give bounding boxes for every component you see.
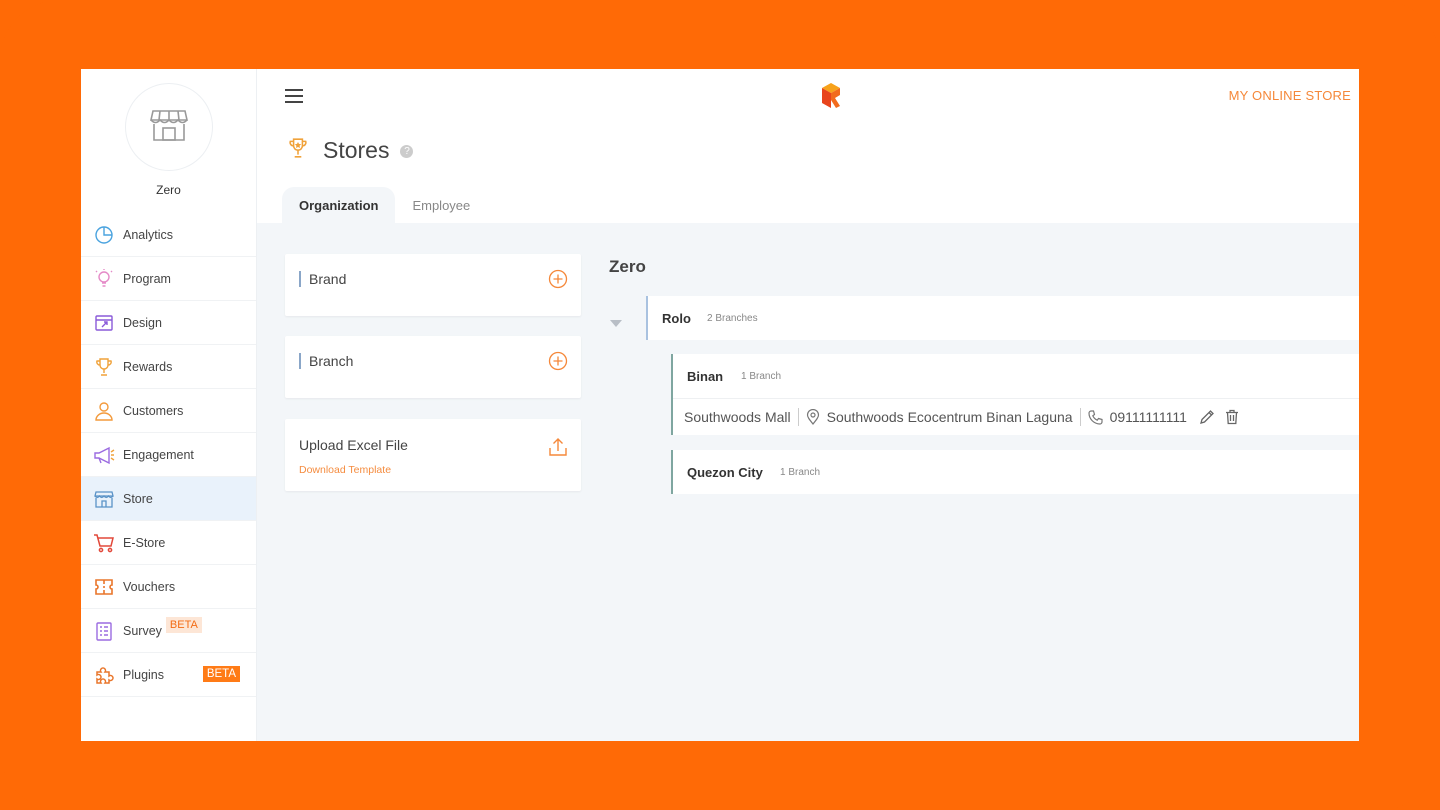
sidebar-item-label: Rewards xyxy=(123,359,173,374)
store-phone: 09111111111 xyxy=(1109,409,1187,425)
store-icon xyxy=(93,488,115,510)
branch-count: 1 Branch xyxy=(780,467,821,478)
sidebar-item-label: E-Store xyxy=(123,535,166,550)
download-template-link[interactable]: Download Template xyxy=(299,464,391,476)
location-icon xyxy=(806,409,820,425)
branch-quezon-city[interactable]: Quezon City 1 Branch xyxy=(671,450,1359,494)
add-branch-button[interactable] xyxy=(548,351,568,376)
analytics-icon xyxy=(93,224,115,246)
hamburger-icon-line xyxy=(285,95,303,97)
sidebar-item-e-store[interactable]: E-Store xyxy=(81,521,256,565)
branch-header: Binan 1 Branch xyxy=(673,354,1359,399)
sidebar-item-vouchers[interactable]: Vouchers xyxy=(81,565,256,609)
sidebar-item-analytics[interactable]: Analytics xyxy=(81,213,256,257)
sidebar-item-label: Analytics xyxy=(123,227,174,242)
tab-employee[interactable]: Employee xyxy=(395,187,487,223)
plus-circle-icon xyxy=(548,269,568,289)
sidebar-item-program[interactable]: Program xyxy=(81,257,256,301)
sidebar-item-store[interactable]: Store xyxy=(81,477,256,521)
sidebar-item-rewards[interactable]: Rewards xyxy=(81,345,256,389)
pencil-icon xyxy=(1199,410,1214,424)
branch-label: Branch xyxy=(299,353,353,369)
header: MY ONLINE STORE Stores ? Organization Em… xyxy=(257,69,1359,223)
sidebar-item-engagement[interactable]: Engagement xyxy=(81,433,256,477)
sidebar-item-label: Survey xyxy=(123,623,162,638)
hamburger-icon-line xyxy=(285,101,303,103)
trophy-icon xyxy=(93,356,115,378)
upload-title: Upload Excel File xyxy=(299,437,408,453)
add-brand-button[interactable] xyxy=(548,269,568,294)
branch-binan[interactable]: Binan 1 Branch Southwoods Mall Southwood… xyxy=(671,354,1359,435)
page-title: Stores xyxy=(323,137,390,163)
divider xyxy=(1079,408,1081,426)
caret-down-icon[interactable] xyxy=(610,315,622,333)
branch-name: Binan xyxy=(687,369,724,384)
phone-icon xyxy=(1087,409,1103,425)
clipboard-icon xyxy=(93,620,115,642)
cart-icon xyxy=(93,532,115,554)
store-name: Southwoods Mall xyxy=(684,409,791,425)
store-icon xyxy=(149,107,189,148)
app-logo[interactable] xyxy=(820,81,842,114)
sidebar-item-label: Program xyxy=(123,271,171,286)
sidebar-item-label: Design xyxy=(123,315,162,330)
app-window: Zero Analytics Program Design Rewards Cu… xyxy=(81,69,1359,741)
store-address: Southwoods Ecocentrum Binan Laguna xyxy=(826,409,1073,425)
sidebar-item-label: Vouchers xyxy=(123,579,176,594)
brand-label: Brand xyxy=(299,271,346,287)
branch-card[interactable]: Branch xyxy=(285,336,581,398)
trophy-icon xyxy=(287,137,309,164)
page-title-area: Stores ? xyxy=(287,137,414,164)
branch-count: 2 Branches xyxy=(707,313,758,324)
upload-button[interactable] xyxy=(549,437,567,462)
sidebar-item-survey[interactable]: Survey BETA xyxy=(81,609,256,653)
sidebar-item-plugins[interactable]: Plugins BETA xyxy=(81,653,256,697)
design-icon xyxy=(93,312,115,334)
upload-card: Upload Excel File Download Template xyxy=(285,419,581,491)
beta-badge: BETA xyxy=(165,616,202,633)
user-icon xyxy=(93,400,115,422)
sidebar-item-label: Store xyxy=(123,491,153,506)
my-online-store-link[interactable]: MY ONLINE STORE xyxy=(1229,88,1351,103)
brand-name: Rolo xyxy=(662,311,691,326)
branch-header: Quezon City 1 Branch xyxy=(673,450,1359,494)
menu-toggle-button[interactable] xyxy=(285,89,303,103)
sidebar-item-label: Engagement xyxy=(123,447,194,462)
puzzle-icon xyxy=(93,664,115,686)
upload-icon xyxy=(549,438,567,456)
branch-count: 1 Branch xyxy=(741,371,782,382)
edit-store-button[interactable] xyxy=(1199,409,1215,425)
help-icon[interactable]: ? xyxy=(400,145,414,158)
tab-bar: Organization Employee xyxy=(282,187,487,223)
beta-badge: BETA xyxy=(202,666,240,682)
sidebar-item-customers[interactable]: Customers xyxy=(81,389,256,433)
sidebar-item-label: Customers xyxy=(123,403,184,418)
sidebar-nav: Analytics Program Design Rewards Custome… xyxy=(81,213,256,697)
divider xyxy=(797,408,799,426)
trash-icon xyxy=(1225,409,1238,425)
plus-circle-icon xyxy=(548,351,568,371)
voucher-icon xyxy=(93,576,115,598)
store-row: Southwoods Mall Southwoods Ecocentrum Bi… xyxy=(673,399,1359,435)
organization-name: Zero xyxy=(609,257,646,276)
tab-organization[interactable]: Organization xyxy=(282,187,396,223)
brand-card[interactable]: Brand xyxy=(285,254,581,316)
brand-row[interactable]: Rolo 2 Branches xyxy=(646,296,1359,340)
sidebar: Zero Analytics Program Design Rewards Cu… xyxy=(81,69,257,741)
hamburger-icon xyxy=(285,89,303,91)
branch-name: Quezon City xyxy=(687,465,763,480)
avatar[interactable] xyxy=(125,83,213,171)
user-name: Zero xyxy=(156,183,181,197)
lightbulb-icon xyxy=(93,268,115,290)
sidebar-item-design[interactable]: Design xyxy=(81,301,256,345)
delete-store-button[interactable] xyxy=(1225,409,1239,425)
megaphone-icon xyxy=(93,444,115,466)
sidebar-item-label: Plugins xyxy=(123,667,164,682)
